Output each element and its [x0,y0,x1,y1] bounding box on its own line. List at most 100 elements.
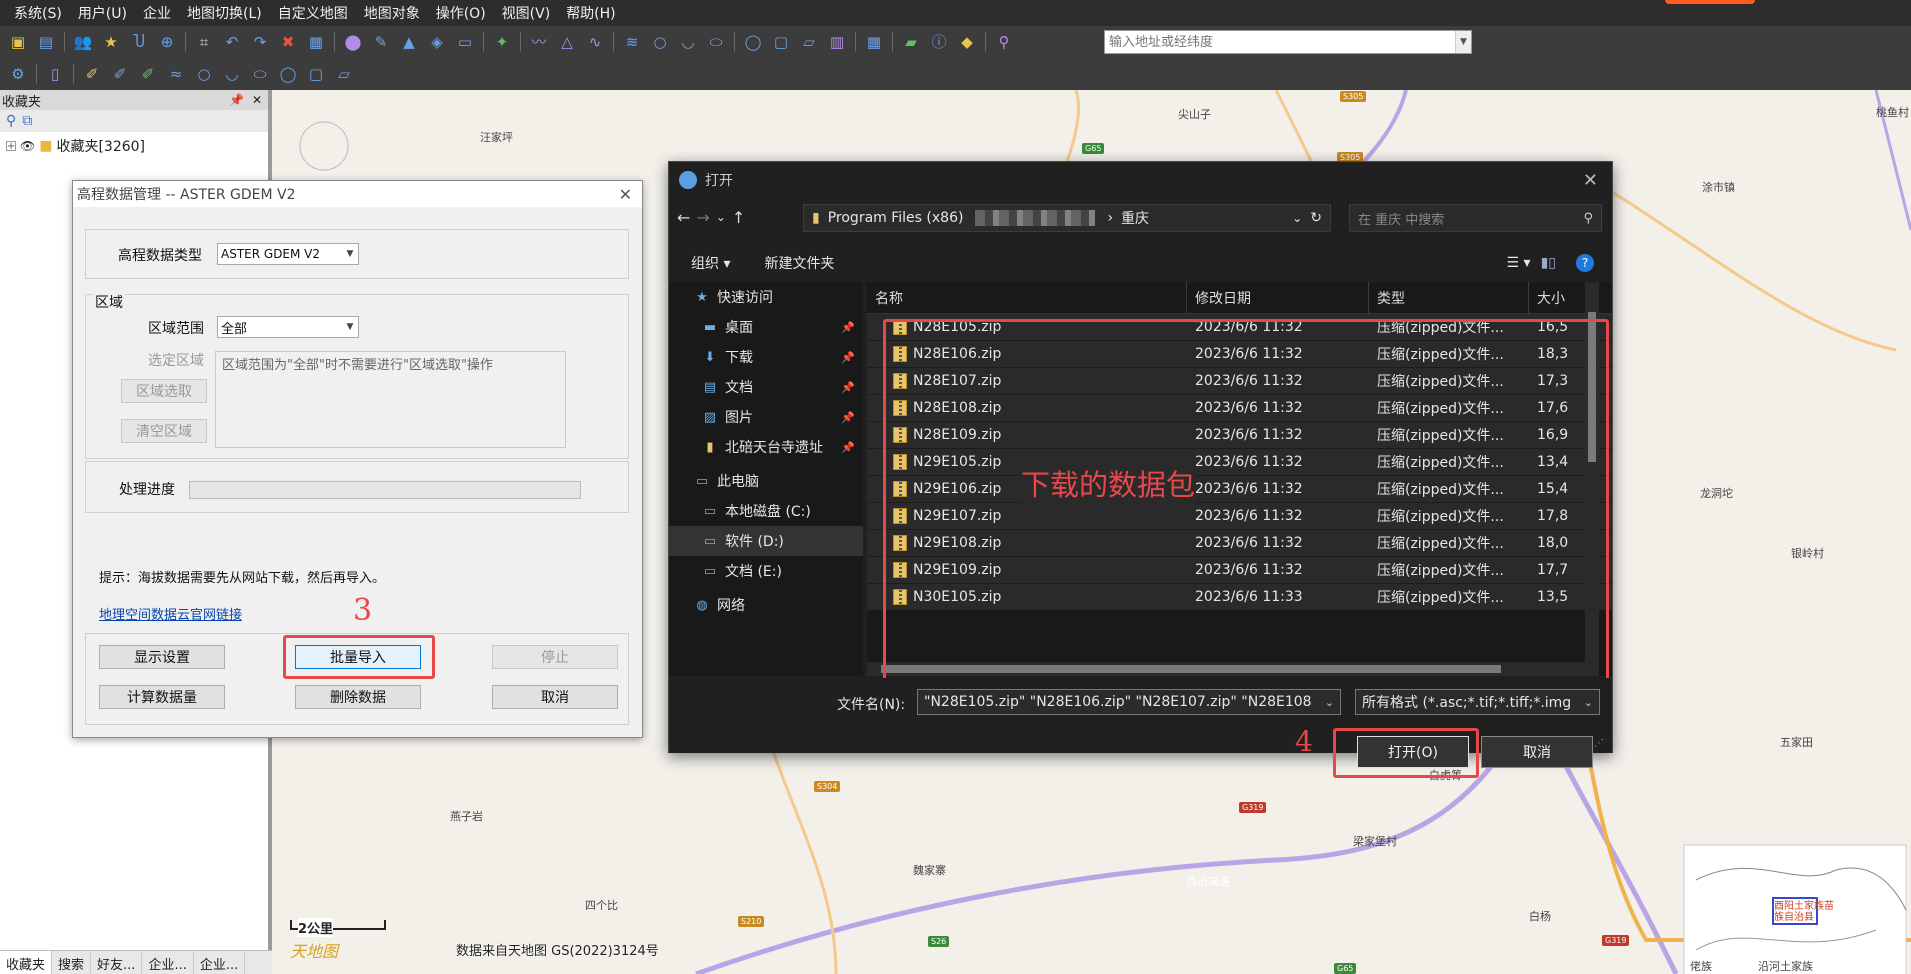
menu-item[interactable]: 帮助(H) [558,3,623,23]
marker-icon[interactable]: ✦ [491,31,513,53]
arc-icon[interactable]: ◡ [677,31,699,53]
filename-input[interactable]: "N28E105.zip" "N28E106.zip" "N28E107.zip… [917,689,1341,715]
column-type[interactable]: 类型 [1369,282,1529,314]
cancel-button[interactable]: 取消 [1481,736,1593,768]
recent-chevron-icon[interactable]: ⌄ [716,210,726,224]
column-name[interactable]: 名称 [867,282,1187,314]
nav-item[interactable]: ★ 快速访问 [669,282,863,312]
nav-item[interactable]: ▭ 软件 (D:) [669,526,863,556]
nav-item[interactable]: ▬ 桌面 📌 [669,312,863,342]
left-panel-tab[interactable]: 企业... [194,951,246,974]
shape-icon[interactable]: ▱ [798,31,820,53]
resize-grip-icon[interactable]: ⋰ [1594,738,1604,749]
redo-icon[interactable]: ↷ [249,31,271,53]
search-icon[interactable]: ⚲ [993,31,1015,53]
menu-item[interactable]: 操作(O) [428,3,494,23]
crop-icon[interactable]: ⌗ [193,31,215,53]
close-icon[interactable]: ✕ [1583,170,1612,191]
geo-cloud-link[interactable]: 地理空间数据云官网链接 [99,604,242,623]
address-bar[interactable]: ▮ Program Files (x86) › 重庆 ⌄ ↻ [803,204,1331,232]
chevron-down-icon[interactable]: ▼ [1455,31,1471,53]
up-arrow-icon[interactable]: ↑ [732,208,745,227]
save-icon[interactable]: ▤ [35,31,57,53]
box-icon[interactable]: ▢ [770,31,792,53]
pin-icon[interactable]: 📌 [841,381,863,394]
favorite-star-icon[interactable]: ★ [100,31,122,53]
nav-item[interactable]: ▭ 本地磁盘 (C:) [669,496,863,526]
chat-icon[interactable]: ▰ [900,31,922,53]
badge-icon[interactable]: ◆ [956,31,978,53]
expand-icon[interactable]: + [6,141,16,152]
curve-icon[interactable]: ∿ [584,31,606,53]
nav-item[interactable]: ⬇ 下载 📌 [669,342,863,372]
select-region-button[interactable]: 区域选取 [121,379,207,403]
close-icon[interactable]: ✕ [619,185,642,204]
circle-tool-icon[interactable]: ○ [193,63,215,85]
refresh-icon[interactable]: ↻ [1310,210,1330,226]
address-search-input[interactable] [1105,31,1455,53]
chevron-down-icon[interactable]: ⌄ [1318,695,1340,709]
location-pin-icon[interactable]: ⬤ [342,31,364,53]
breadcrumb-chongqing[interactable]: 重庆 [1121,208,1149,228]
terrain-icon[interactable]: ▲ [398,31,420,53]
eye-icon[interactable]: 👁 [20,139,35,153]
road-icon[interactable]: ≋ [621,31,643,53]
calc-data-button[interactable]: 计算数据量 [99,685,225,709]
ring-icon[interactable]: ◯ [742,31,764,53]
nav-item[interactable]: ▮ 北碚天台寺遗址 📌 [669,432,863,462]
layers-icon[interactable]: ◈ [426,31,448,53]
filetype-select[interactable]: 所有格式 (*.asc;*.tif;*.tiff;*.img ⌄ [1355,689,1600,715]
pin-icon[interactable]: 📌 [841,351,863,364]
type-select[interactable]: ASTER GDEM V2 ▼ [217,243,359,265]
users-icon[interactable]: 👥 [72,31,94,53]
clear-region-button[interactable]: 清空区域 [121,419,207,443]
pin-icon[interactable]: 📌 [841,321,863,334]
circle-icon[interactable]: ○ [649,31,671,53]
column-icon[interactable]: ▥ [826,31,848,53]
pin-yellow-icon[interactable]: ✐ [81,63,103,85]
cancel-button[interactable]: 取消 [492,685,618,709]
delete-icon[interactable]: ✖ [277,31,299,53]
display-icon[interactable]: ▭ [454,31,476,53]
left-panel-tab[interactable]: 搜索 [52,951,92,974]
menu-item[interactable]: 企业 [135,3,179,23]
nav-item[interactable]: ▭ 文档 (E:) [669,556,863,586]
polygon-icon[interactable]: △ [556,31,578,53]
lookup-icon[interactable]: ⊕ [156,31,178,53]
pin-icon[interactable]: 📌 [841,411,863,424]
route-icon[interactable]: Ⴎ [128,31,150,53]
polyline-icon[interactable]: 〰 [528,31,550,53]
rect-tool-icon[interactable]: ▢ [305,63,327,85]
pin-blue-icon[interactable]: ✐ [109,63,131,85]
region-textarea[interactable]: 区域范围为"全部"时不需要进行"区域选取"操作 [215,351,566,448]
left-panel-tab[interactable]: 企业... [142,951,194,974]
info-icon[interactable]: ⓘ [928,31,950,53]
organize-button[interactable]: 组织 ▾ [691,253,730,273]
search-icon[interactable]: ⚲ [6,113,16,129]
ellipse-icon[interactable]: ⬭ [705,31,727,53]
left-panel-tab[interactable]: 好友... [91,951,143,974]
pin-icon[interactable]: 📌 [229,93,244,107]
breadcrumb-program-files[interactable]: Program Files (x86) [828,210,964,226]
search-icon[interactable]: ⚲ [1583,211,1601,226]
undo-icon[interactable]: ↶ [221,31,243,53]
nav-item[interactable]: ▭ 此电脑 [669,466,863,496]
column-date[interactable]: 修改日期 [1187,282,1369,314]
new-icon[interactable]: ▣ [7,31,29,53]
stop-button[interactable]: 停止 [492,645,618,669]
view-options-icon[interactable]: ☰ ▾ [1507,255,1531,271]
ellipse-tool-icon[interactable]: ⬭ [249,63,271,85]
area-tool-icon[interactable]: ▱ [333,63,355,85]
nav-item[interactable]: ▤ 文档 📌 [669,372,863,402]
chevron-down-icon[interactable]: ⌄ [1577,695,1599,709]
forward-arrow-icon[interactable]: → [696,208,709,227]
new-folder-button[interactable]: 新建文件夹 [764,253,834,273]
menu-item[interactable]: 系统(S) [6,3,70,23]
region-range-select[interactable]: 全部 ▼ [217,316,359,338]
pin-icon[interactable]: 📌 [841,441,863,454]
delete-data-button[interactable]: 删除数据 [295,685,421,709]
menu-item[interactable]: 地图对象 [356,3,428,23]
page-icon[interactable]: ▯ [44,63,66,85]
copy-icon[interactable]: ⧉ [22,113,32,129]
display-settings-button[interactable]: 显示设置 [99,645,225,669]
